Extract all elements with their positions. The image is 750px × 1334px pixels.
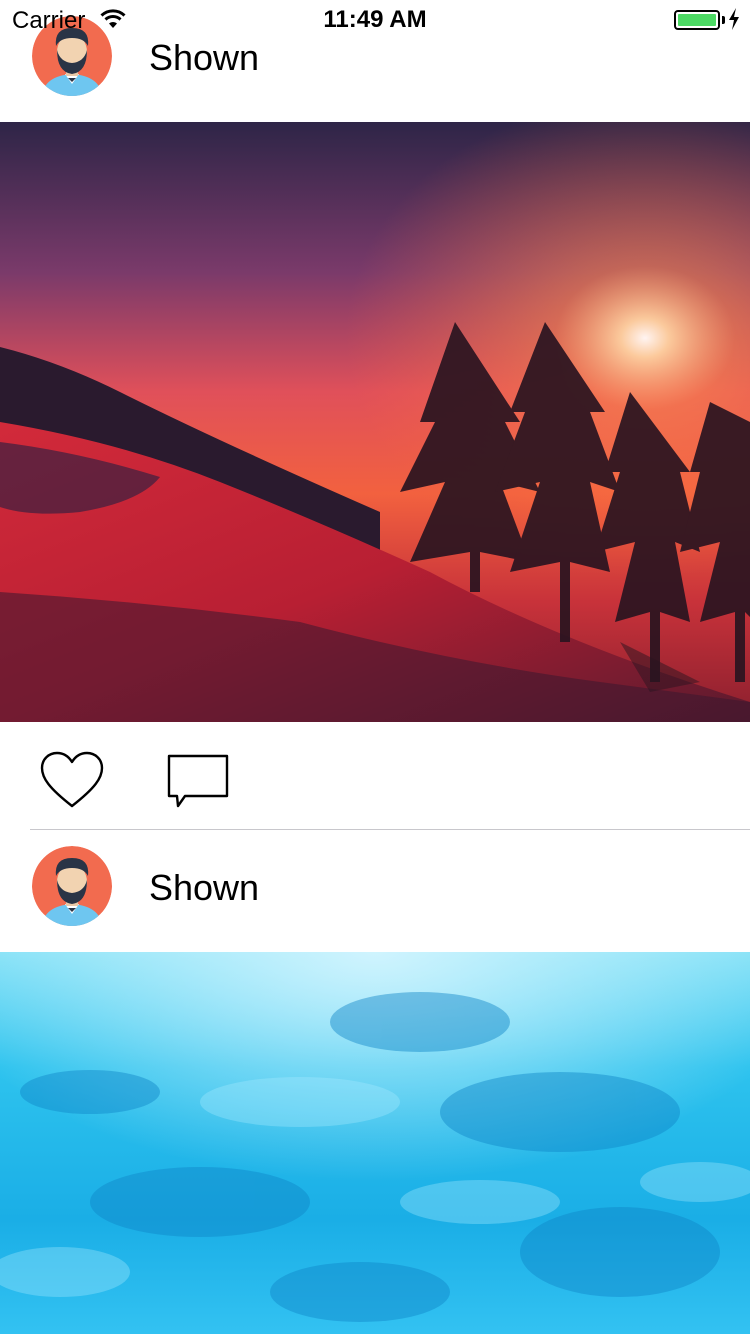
sunset-photo <box>0 122 750 722</box>
water-photo <box>0 952 750 1334</box>
avatar[interactable] <box>32 846 112 926</box>
avatar-bearded-man-icon <box>32 846 112 926</box>
post-photo[interactable] <box>0 122 750 722</box>
battery-icon <box>674 10 720 30</box>
post-header[interactable]: Shown <box>0 830 750 952</box>
heart-icon[interactable] <box>39 750 105 810</box>
username[interactable]: Shown <box>149 867 259 909</box>
battery-tip <box>722 16 725 24</box>
status-bar: Carrier 11:49 AM <box>0 0 750 40</box>
charging-bolt-icon <box>729 8 739 30</box>
username[interactable]: Shown <box>149 37 259 79</box>
post-actions <box>0 722 750 830</box>
post-photo[interactable] <box>0 952 750 1334</box>
clock: 11:49 AM <box>323 6 427 33</box>
comment-bubble-icon[interactable] <box>165 750 231 810</box>
